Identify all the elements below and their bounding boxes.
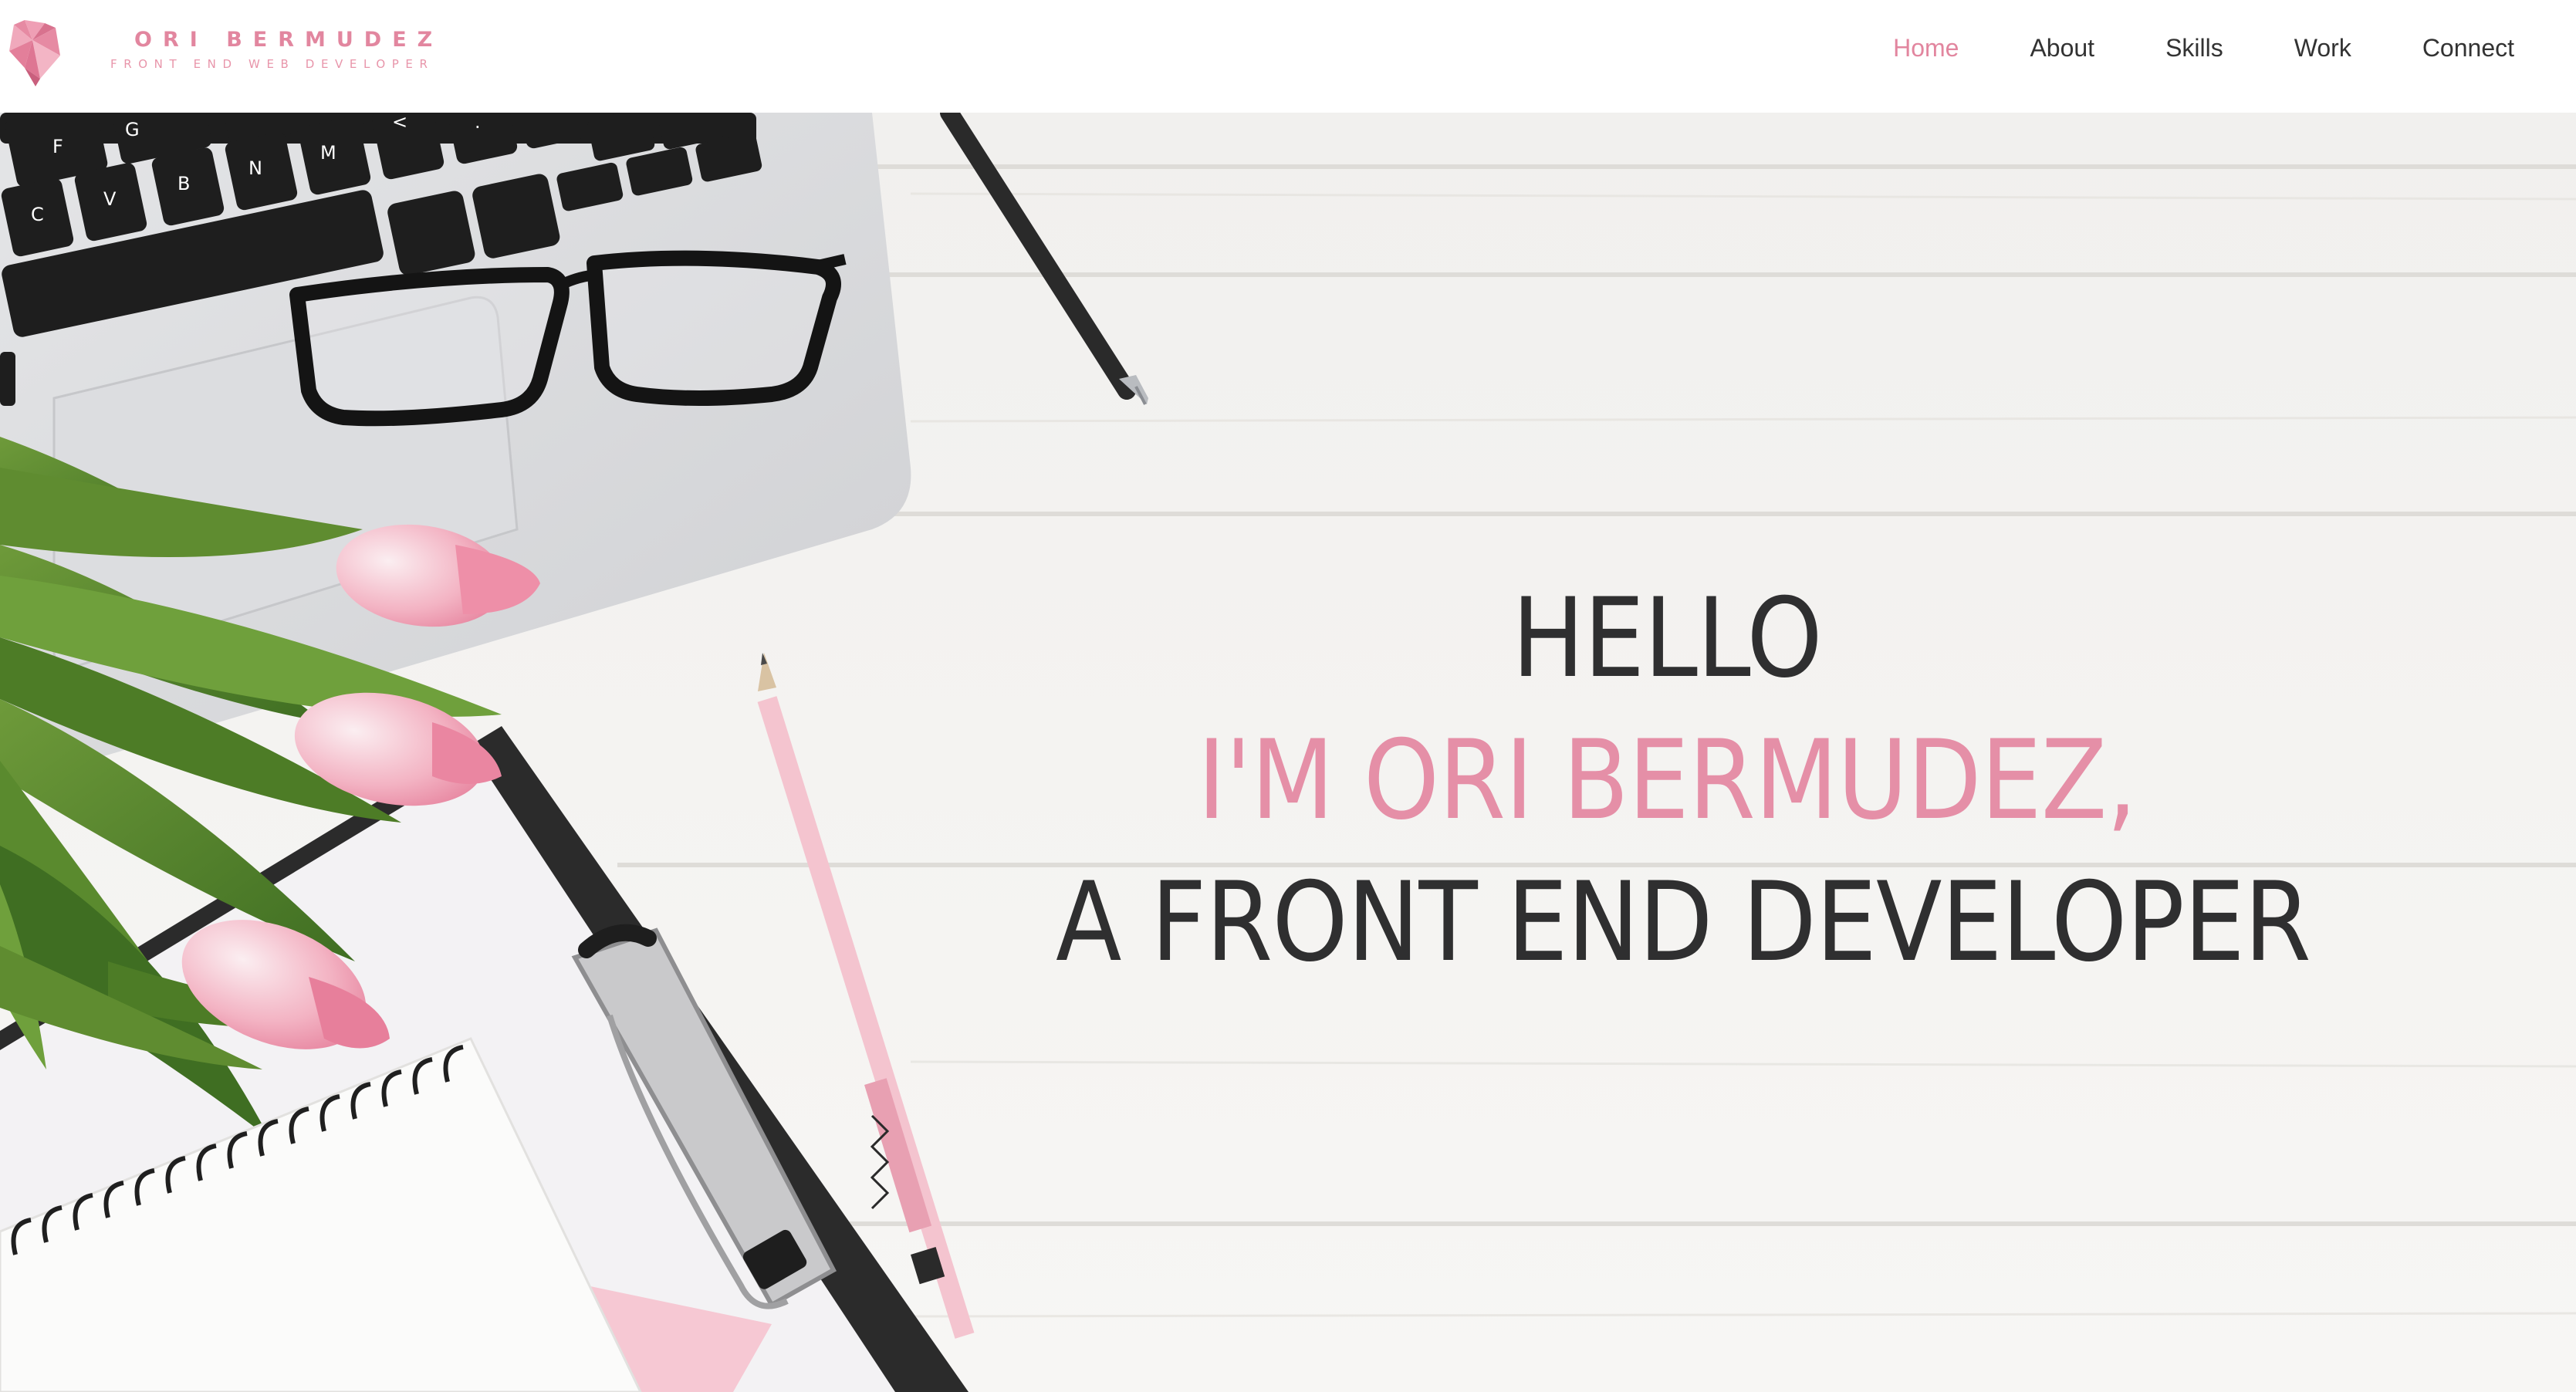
- hero-section: F G < . C V B N M HELLO I'M ORI BERMUDEZ…: [0, 113, 2576, 1392]
- svg-text:G: G: [125, 119, 140, 140]
- nav-connect-link[interactable]: Connect: [2422, 34, 2514, 63]
- svg-text:V: V: [103, 188, 117, 210]
- brand-name[interactable]: ORI BERMUDEZ: [134, 28, 443, 52]
- hero-role: A FRONT END DEVELOPER: [1056, 859, 2311, 986]
- svg-text:M: M: [320, 142, 336, 164]
- hero-name: I'M ORI BERMUDEZ,: [1197, 717, 2138, 844]
- svg-text:N: N: [248, 157, 262, 179]
- brand-tagline: FRONT END WEB DEVELOPER: [110, 57, 434, 71]
- main-nav: Home About Skills Work Connect: [1893, 34, 2514, 63]
- top-navbar: ORI BERMUDEZ FRONT END WEB DEVELOPER Hom…: [0, 0, 2576, 113]
- svg-text:C: C: [31, 204, 44, 225]
- hero-headline: HELLO I'M ORI BERMUDEZ, A FRONT END DEVE…: [1056, 568, 2311, 994]
- svg-text:.: .: [475, 113, 481, 133]
- svg-text:F: F: [52, 136, 63, 157]
- hero-greeting: HELLO: [1512, 575, 1823, 702]
- nav-skills-link[interactable]: Skills: [2165, 34, 2223, 63]
- portfolio-page: ORI BERMUDEZ FRONT END WEB DEVELOPER Hom…: [0, 0, 2576, 1392]
- nav-about-link[interactable]: About: [2030, 34, 2094, 63]
- nav-home-link[interactable]: Home: [1893, 34, 1959, 63]
- svg-text:<: <: [392, 113, 407, 133]
- svg-text:B: B: [177, 173, 190, 194]
- nav-work-link[interactable]: Work: [2294, 34, 2351, 63]
